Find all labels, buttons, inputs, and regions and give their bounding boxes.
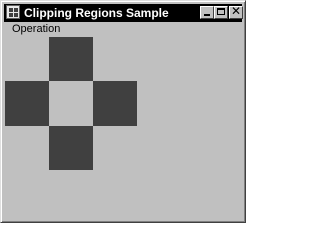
window-title: Clipping Regions Sample (24, 6, 169, 20)
clip-region-top (49, 37, 93, 81)
clip-region-right (93, 81, 137, 126)
clip-region-left (5, 81, 49, 126)
minimize-icon (204, 14, 210, 16)
menu-item-operation[interactable]: Operation (10, 22, 62, 37)
application-window: Clipping Regions Sample ✕ Operation (0, 0, 246, 223)
minimize-button[interactable] (200, 6, 214, 19)
maximize-icon (217, 8, 225, 15)
clip-region-bottom (49, 126, 93, 170)
close-button[interactable]: ✕ (229, 4, 243, 19)
maximize-button[interactable] (214, 6, 228, 19)
app-window-icon[interactable] (6, 5, 20, 19)
close-icon: ✕ (230, 4, 242, 18)
title-bar[interactable]: Clipping Regions Sample ✕ (4, 4, 243, 22)
client-area (4, 37, 242, 219)
menu-bar: Operation (4, 22, 242, 37)
